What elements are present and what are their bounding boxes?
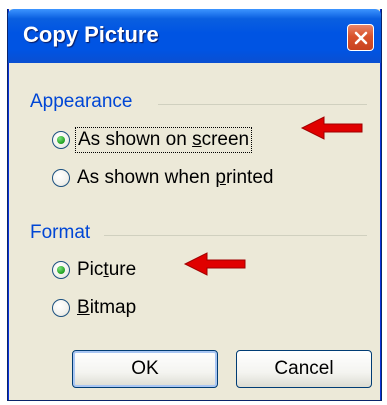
radio-label: As shown on screen — [74, 127, 253, 153]
ok-button[interactable]: OK — [72, 350, 218, 388]
annotation-arrow-icon — [183, 252, 246, 276]
radio-dot — [57, 136, 65, 144]
radio-as-shown-when-printed[interactable]: As shown when printed — [52, 167, 273, 189]
title-bar[interactable]: Copy Picture — [8, 9, 381, 63]
radio-label: Bitmap — [77, 297, 137, 318]
appearance-divider — [158, 104, 367, 105]
radio-button[interactable] — [52, 169, 70, 187]
copy-picture-dialog: Copy Picture Appearance As shown on scre… — [7, 9, 382, 401]
close-button[interactable] — [347, 24, 374, 51]
close-icon — [354, 31, 367, 44]
radio-label: Picture — [77, 259, 137, 280]
cancel-button[interactable]: Cancel — [236, 350, 372, 388]
radio-bitmap[interactable]: Bitmap — [52, 297, 136, 319]
appearance-group-label: Appearance — [30, 91, 133, 112]
radio-button-selected[interactable] — [52, 131, 70, 149]
annotation-arrow-icon — [300, 116, 363, 140]
radio-button-selected[interactable] — [52, 261, 70, 279]
radio-picture[interactable]: Picture — [52, 259, 136, 281]
radio-as-shown-on-screen[interactable]: As shown on screen — [52, 127, 253, 153]
format-divider — [104, 235, 367, 236]
dialog-body: Appearance As shown on screen As shown w… — [10, 63, 379, 398]
dialog-title: Copy Picture — [23, 22, 159, 47]
radio-dot — [57, 266, 65, 274]
radio-label: As shown when printed — [77, 167, 274, 188]
radio-button[interactable] — [52, 299, 70, 317]
format-group-label: Format — [30, 222, 91, 243]
